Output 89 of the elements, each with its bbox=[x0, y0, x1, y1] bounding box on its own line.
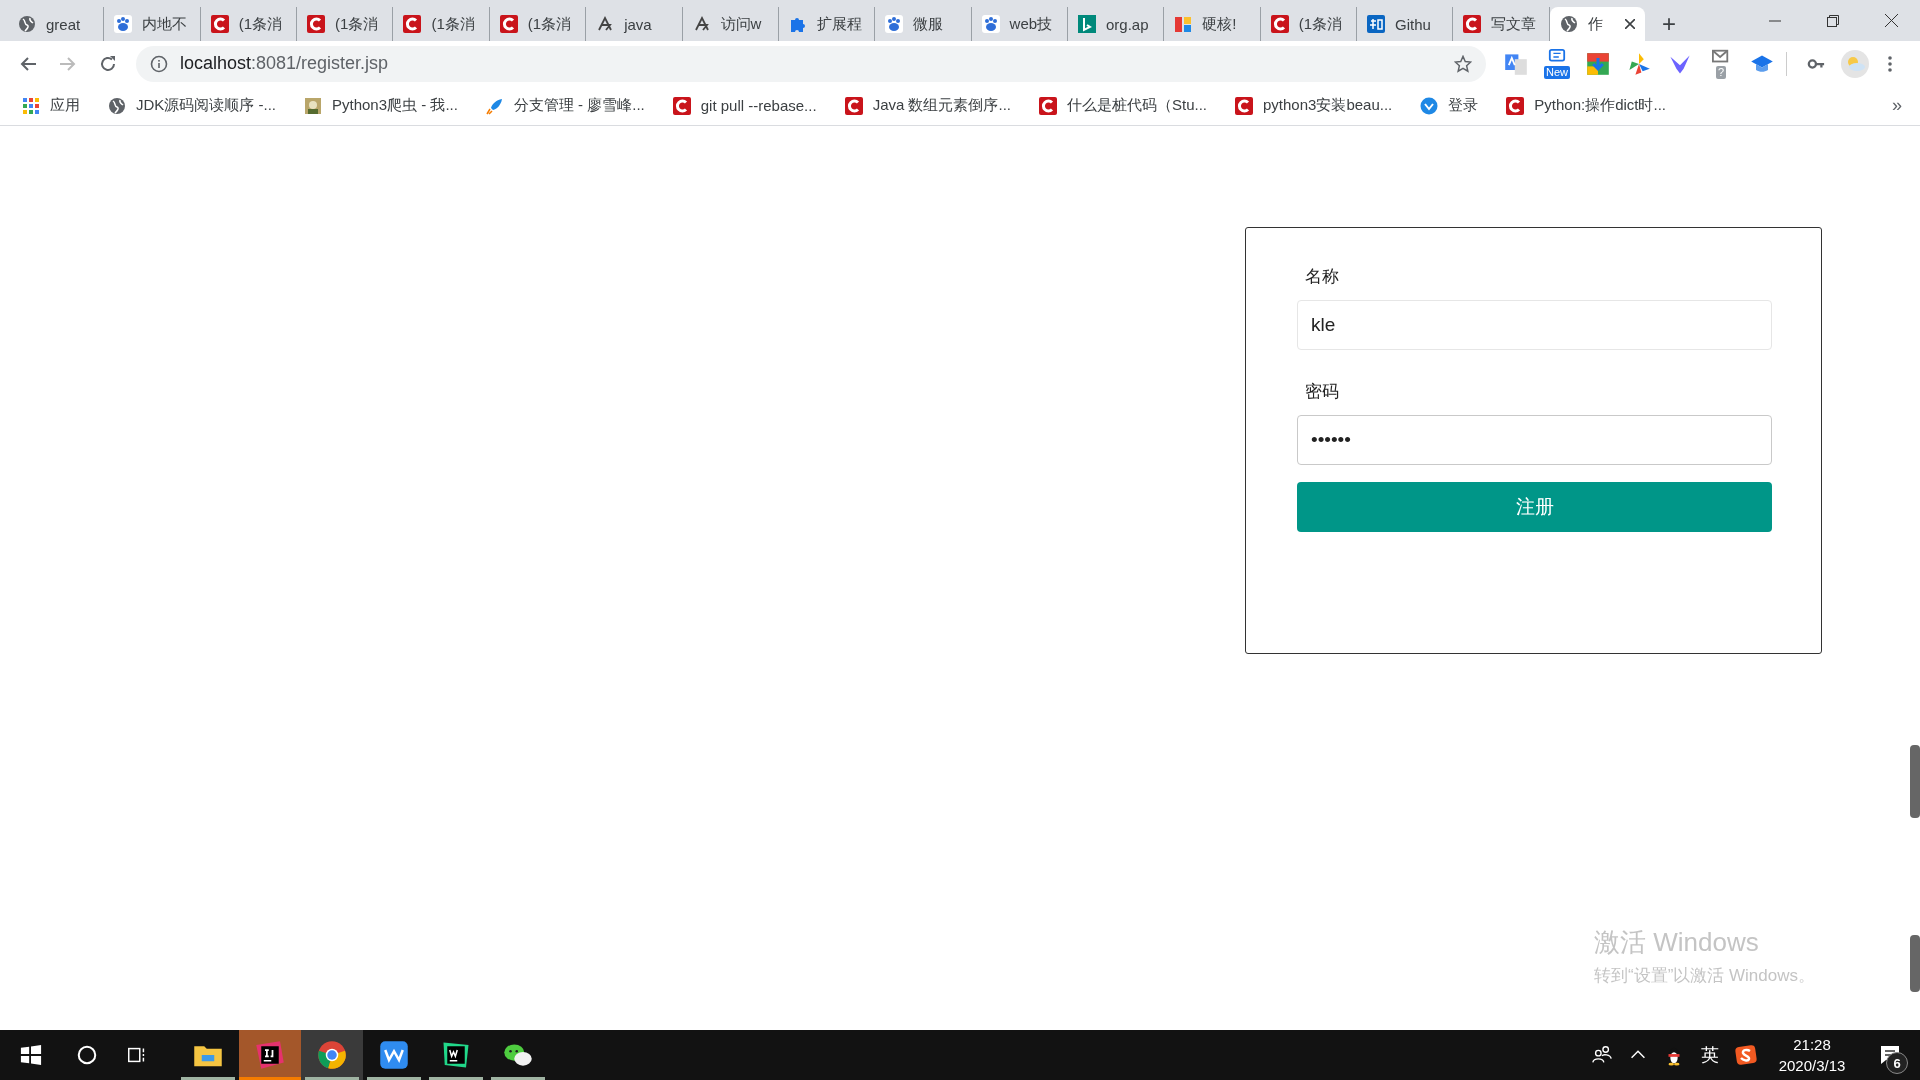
c-logo-icon bbox=[844, 96, 863, 115]
activation-title: 激活 Windows bbox=[1594, 926, 1760, 959]
reload-icon[interactable] bbox=[100, 55, 116, 72]
register-button[interactable]: 注册 bbox=[1297, 482, 1772, 532]
search-icon[interactable] bbox=[76, 1044, 98, 1066]
paw-icon bbox=[114, 15, 133, 33]
globe-icon bbox=[108, 96, 126, 115]
notification-count: 6 bbox=[1886, 1052, 1908, 1074]
tab-title: java bbox=[624, 15, 652, 33]
tab-title: (1条消 bbox=[335, 14, 379, 34]
field-label: 密码 bbox=[1304, 381, 1340, 403]
zhi-logo-icon bbox=[1367, 15, 1386, 33]
photo-icon bbox=[304, 96, 322, 115]
rocket-icon bbox=[485, 96, 504, 115]
ij-logo-icon bbox=[255, 1040, 285, 1070]
input-language-indicator[interactable]: 英 bbox=[1692, 1030, 1728, 1080]
tab-title: 扩展程 bbox=[816, 14, 862, 34]
w-logo-icon bbox=[379, 1040, 409, 1070]
bookmark-item[interactable]: 应用 bbox=[18, 94, 84, 117]
activation-message: 转到“设置”以激活 Windows。 bbox=[1594, 965, 1815, 987]
tab-title: org.ap bbox=[1105, 15, 1149, 33]
tab-title: great bbox=[46, 15, 81, 33]
bookmark-item[interactable]: JDK源码阅读顺序 -... bbox=[104, 94, 280, 117]
extension-badge: ? bbox=[1715, 66, 1727, 79]
input-field[interactable]: kle bbox=[1297, 300, 1772, 350]
back-arrow-icon[interactable] bbox=[20, 55, 36, 72]
c-logo-icon bbox=[403, 15, 422, 33]
tab-title: 微服 bbox=[913, 14, 944, 34]
clock-date[interactable]: 2020/3/13 bbox=[1778, 1055, 1846, 1076]
c-logo-icon bbox=[1039, 96, 1057, 115]
tab-title: (1条消 bbox=[238, 14, 283, 34]
bookmark-item[interactable]: 分支管理 - 廖雪峰... bbox=[481, 94, 649, 117]
tab-title: 内地不 bbox=[142, 14, 188, 34]
paw-icon bbox=[885, 15, 904, 33]
pinwheel-icon[interactable] bbox=[1627, 51, 1651, 76]
extension-badge: New bbox=[1544, 66, 1570, 79]
c-logo-icon bbox=[210, 15, 229, 33]
tab-title: (1条消 bbox=[431, 14, 475, 34]
blocks-icon bbox=[1174, 15, 1193, 33]
tab-title: 硬核! bbox=[1202, 14, 1237, 34]
paw-icon bbox=[981, 15, 1000, 33]
bookmark-item[interactable]: 什么是桩代码（Stu... bbox=[1035, 94, 1211, 117]
tab-title: 写文章 bbox=[1491, 14, 1537, 34]
bookmark-item[interactable]: Python:操作dict时... bbox=[1502, 94, 1670, 117]
translate-icon[interactable] bbox=[1504, 51, 1528, 76]
taskbar-app-button[interactable] bbox=[301, 1030, 363, 1080]
clock-time[interactable]: 21:28 bbox=[1793, 1034, 1831, 1055]
shield-icon bbox=[1420, 96, 1439, 115]
tab-title: (1条消 bbox=[527, 14, 572, 34]
apps-icon bbox=[22, 96, 40, 115]
bookmark-item[interactable]: 登录 bbox=[1416, 94, 1483, 117]
url-text: localhost:8081/register.jsp bbox=[180, 53, 389, 74]
download-icon[interactable] bbox=[1586, 51, 1610, 76]
info-icon[interactable] bbox=[150, 54, 168, 73]
tab-title: 作 bbox=[1587, 14, 1603, 34]
bookmark-item[interactable]: git pull --rebase... bbox=[668, 94, 821, 117]
c-logo-icon bbox=[499, 15, 518, 33]
tab-title: web技 bbox=[1009, 14, 1053, 34]
close-icon[interactable] bbox=[1884, 14, 1898, 27]
bookmark-star-icon[interactable] bbox=[1454, 54, 1472, 73]
puzzle-icon bbox=[788, 15, 807, 33]
close-tab-icon[interactable] bbox=[1625, 19, 1636, 29]
b-logo-icon bbox=[1077, 15, 1096, 33]
tab-title: Githu bbox=[1395, 15, 1431, 33]
globe-icon bbox=[18, 15, 36, 33]
browser-tab[interactable]: 作 bbox=[1549, 7, 1646, 41]
taskbar-app-button[interactable] bbox=[239, 1030, 301, 1080]
c-logo-icon bbox=[307, 15, 326, 33]
more-bookmarks-button[interactable]: » bbox=[1892, 95, 1902, 116]
c-logo-icon bbox=[1506, 96, 1525, 115]
c-logo-icon bbox=[1235, 96, 1253, 115]
restore-icon[interactable] bbox=[1827, 14, 1839, 27]
tab-title: 访问w bbox=[720, 14, 762, 34]
bookmark-item[interactable]: Java 数组元素倒序... bbox=[840, 94, 1015, 117]
new-tab-button[interactable]: + bbox=[1651, 7, 1687, 41]
bookmark-item[interactable]: Python3爬虫 - 我... bbox=[300, 94, 462, 117]
chrome-logo-icon bbox=[317, 1040, 347, 1070]
field-label: 名称 bbox=[1304, 266, 1340, 288]
tab-title: (1条消 bbox=[1298, 14, 1342, 34]
c-logo-icon bbox=[672, 96, 691, 115]
globe-icon bbox=[1559, 15, 1578, 33]
bookmark-item[interactable]: python3安装beau... bbox=[1231, 94, 1397, 117]
c-logo-icon bbox=[1463, 15, 1482, 33]
input-field[interactable]: •••••• bbox=[1297, 415, 1772, 465]
c-logo-icon bbox=[1270, 15, 1289, 33]
ws-logo-icon bbox=[441, 1040, 471, 1070]
address-bar[interactable]: localhost:8081/register.jsp bbox=[136, 45, 1486, 82]
s-logo-icon[interactable] bbox=[1734, 1043, 1758, 1067]
windows-start-icon[interactable] bbox=[20, 1044, 42, 1066]
